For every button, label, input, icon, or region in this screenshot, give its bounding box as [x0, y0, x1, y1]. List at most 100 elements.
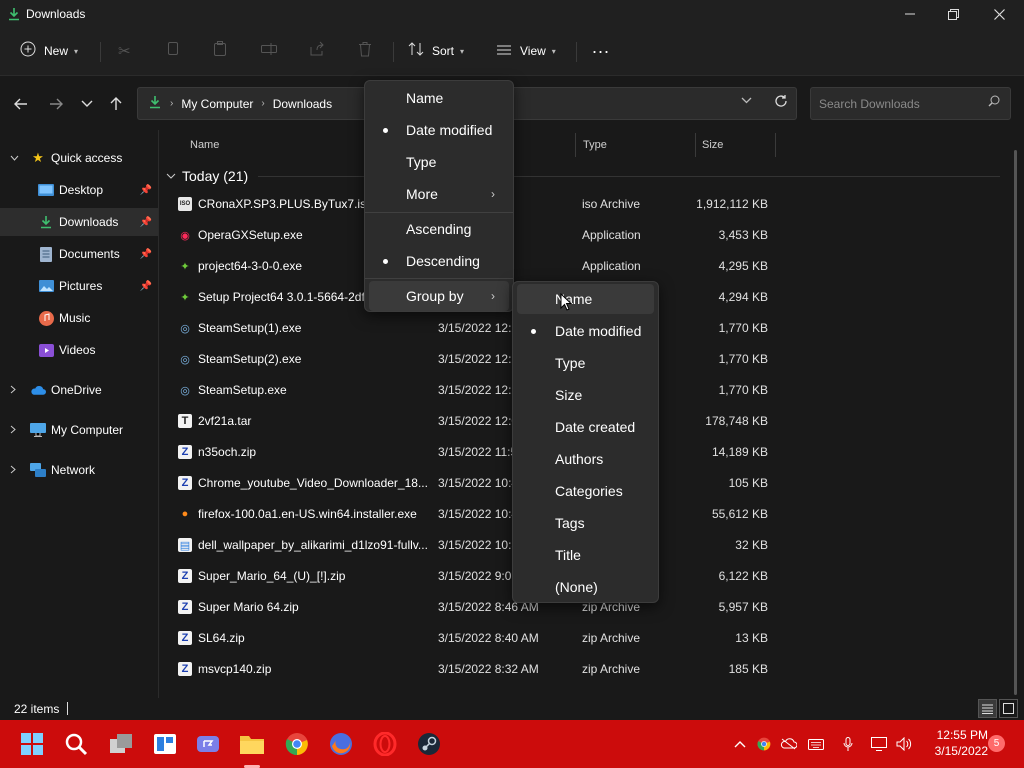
group-by-item-name[interactable]: Name	[517, 284, 654, 314]
column-divider[interactable]	[575, 133, 576, 157]
sidebar-item-my-computer[interactable]: My Computer	[0, 416, 158, 444]
scrollbar[interactable]	[1014, 150, 1017, 695]
column-header-size[interactable]: Size	[702, 133, 723, 157]
view-button[interactable]: View ▾	[496, 36, 556, 66]
project64-icon: ✦	[180, 260, 190, 273]
back-button[interactable]	[9, 92, 33, 116]
sidebar-item-quick-access[interactable]: ★ Quick access	[0, 144, 158, 172]
column-header-name[interactable]: Name	[190, 133, 219, 157]
group-by-item-authors[interactable]: Authors	[517, 444, 654, 474]
file-row[interactable]: Z SL64.zip 3/15/2022 8:40 AM zip Archive 13 …	[160, 623, 1000, 654]
chevron-right-icon[interactable]	[10, 465, 16, 476]
file-row[interactable]: ISOCRonaXP.SP3.PLUS.ByTux7.iso3 PMiso Ar…	[160, 189, 1000, 220]
sort-button[interactable]: Sort ▾	[408, 36, 464, 66]
breadcrumb-downloads[interactable]: Downloads	[273, 97, 332, 111]
group-by-item-date-modified[interactable]: Date modified	[517, 316, 654, 346]
minimize-button[interactable]	[887, 0, 933, 28]
start-button[interactable]	[16, 728, 48, 760]
widgets-button[interactable]	[149, 728, 181, 760]
group-by-item-tags[interactable]: Tags	[517, 508, 654, 538]
forward-button[interactable]	[44, 92, 68, 116]
breadcrumb-my-computer[interactable]: My Computer	[181, 97, 253, 111]
more-options-button[interactable]: ...	[592, 32, 610, 62]
copy-button[interactable]	[166, 36, 188, 66]
search-input[interactable]	[819, 96, 979, 111]
status-bar: 22 items	[0, 698, 1024, 720]
group-by-item-title[interactable]: Title	[517, 540, 654, 570]
search-taskbar-button[interactable]	[60, 728, 92, 760]
chevron-right-icon: ›	[170, 98, 174, 109]
search-box[interactable]	[810, 87, 1011, 120]
file-name: Super_Mario_64_(U)_[!].zip	[198, 569, 346, 583]
group-by-item-size[interactable]: Size	[517, 380, 654, 410]
taskbar-clock[interactable]: 12:55 PM 3/15/2022	[918, 727, 988, 759]
group-by-item-categories[interactable]: Categories	[517, 476, 654, 506]
file-name: Chrome_youtube_Video_Downloader_18....	[198, 476, 428, 490]
keyboard-tray-icon[interactable]	[806, 734, 826, 754]
sort-menu-item-type[interactable]: Type	[369, 147, 509, 177]
new-button[interactable]: New ▾	[20, 36, 78, 66]
sidebar-item-documents[interactable]: Documents 📌	[0, 240, 158, 268]
microphone-tray-icon[interactable]	[838, 734, 858, 754]
rename-button[interactable]	[261, 36, 285, 66]
steam-taskbar-button[interactable]	[413, 728, 445, 760]
file-row[interactable]: ✦project64-3-0-0.exe6 PMApplication4,295…	[160, 251, 1000, 282]
file-row[interactable]: ◉OperaGXSetup.exe6 PMApplication3,453 KB	[160, 220, 1000, 251]
sidebar-item-pictures[interactable]: Pictures 📌	[0, 272, 158, 300]
sort-menu-item-ascending[interactable]: Ascending	[369, 214, 509, 244]
notification-badge[interactable]: 5	[988, 735, 1005, 752]
file-explorer-taskbar-button[interactable]	[236, 728, 268, 760]
volume-tray-icon[interactable]	[894, 734, 914, 754]
command-bar: New ▾ ✂ Sort ▾ View ▾ ...	[0, 28, 1024, 76]
refresh-icon[interactable]	[774, 94, 788, 112]
opera-taskbar-button[interactable]	[369, 728, 401, 760]
clipboard-icon	[213, 41, 227, 61]
show-hidden-icons-button[interactable]	[730, 734, 750, 754]
sidebar-item-onedrive[interactable]: OneDrive	[0, 376, 158, 404]
group-header-today[interactable]: Today (21)	[166, 165, 248, 187]
column-header-type[interactable]: Type	[583, 133, 607, 157]
task-view-button[interactable]	[105, 728, 137, 760]
display-tray-icon[interactable]	[869, 734, 889, 754]
search-icon	[65, 733, 88, 756]
radio-dot-icon	[531, 329, 536, 334]
sort-menu-item-more[interactable]: More ›	[369, 179, 509, 209]
close-button[interactable]	[976, 0, 1022, 28]
up-button[interactable]	[104, 92, 128, 116]
sidebar-item-music[interactable]: Music	[0, 304, 158, 332]
delete-button[interactable]	[358, 36, 380, 66]
share-button[interactable]	[309, 36, 333, 66]
cut-button[interactable]: ✂	[118, 36, 139, 66]
chrome-tray-icon[interactable]	[754, 734, 774, 754]
group-by-item-date-created[interactable]: Date created	[517, 412, 654, 442]
chevron-right-icon[interactable]	[10, 385, 16, 396]
sidebar-item-desktop[interactable]: Desktop 📌	[0, 176, 158, 204]
sidebar-item-downloads[interactable]: Downloads 📌	[0, 208, 158, 236]
group-by-item-none[interactable]: (None)	[517, 572, 654, 602]
sort-menu-item-date-modified[interactable]: Date modified	[369, 115, 509, 145]
teams-chat-button[interactable]	[192, 728, 224, 760]
details-view-button[interactable]	[978, 699, 997, 718]
sidebar-item-network[interactable]: Network	[0, 456, 158, 484]
file-row[interactable]: Zmsvcp140.zip 3/15/2022 8:32 AM zip Archiv…	[160, 654, 1000, 685]
sidebar-item-label: Videos	[59, 343, 96, 357]
chevron-right-icon[interactable]	[10, 425, 16, 436]
sort-menu-item-group-by[interactable]: Group by ›	[369, 281, 509, 311]
paste-button[interactable]	[213, 36, 235, 66]
column-divider[interactable]	[775, 133, 776, 157]
maximize-button[interactable]	[930, 0, 976, 28]
sidebar-item-videos[interactable]: Videos	[0, 336, 158, 364]
chevron-down-icon: ▾	[460, 46, 465, 56]
recent-locations-button[interactable]	[75, 92, 99, 116]
column-divider[interactable]	[695, 133, 696, 157]
chevron-down-icon[interactable]	[10, 153, 19, 163]
sort-menu-item-name[interactable]: Name	[369, 83, 509, 113]
address-dropdown-icon[interactable]	[741, 96, 752, 107]
group-by-item-type[interactable]: Type	[517, 348, 654, 378]
onedrive-tray-icon[interactable]	[778, 734, 798, 754]
firefox-taskbar-button[interactable]	[325, 728, 357, 760]
pane-divider[interactable]	[158, 130, 159, 700]
sort-menu-item-descending[interactable]: Descending	[369, 246, 509, 276]
chrome-taskbar-button[interactable]	[281, 728, 313, 760]
tiles-view-button[interactable]	[999, 699, 1018, 718]
